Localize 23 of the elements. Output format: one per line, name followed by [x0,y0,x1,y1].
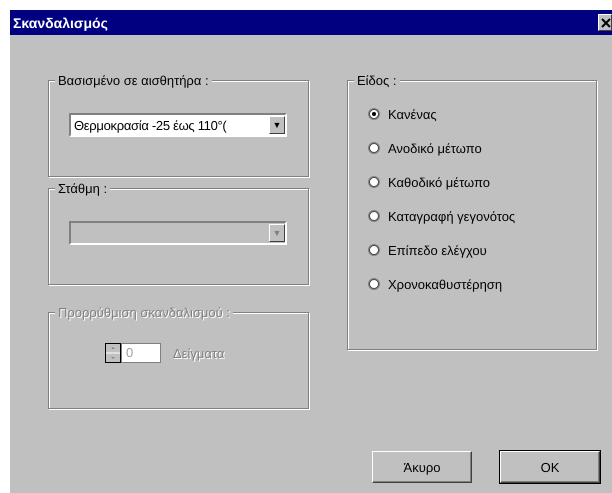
radio-label: Επίπεδο ελέγχου [388,242,487,258]
dropdown[interactable]: Θερμοκρασία -25 έως 110°( ▼ [69,113,287,137]
radio-option[interactable]: Επίπεδο ελέγχου [368,241,596,259]
radio-label: Καθοδικό μέτωπο [388,174,490,190]
radio-label: Κανένας [388,106,437,122]
radio-option[interactable]: Χρονοκαθυστέρηση [368,275,596,293]
radio-option[interactable]: Ανοδικό μέτωπο [368,139,596,157]
group-label: Βασισμένο σε αισθητήρα : [55,73,212,88]
dialog-button[interactable]: Άκυρο [372,451,472,483]
radio-option[interactable]: Κανένας [368,105,596,123]
unit-label: Δείγματα [173,346,224,360]
radio-option[interactable]: Καθοδικό μέτωπο [368,173,596,191]
window-title: Σκανδαλισμός [13,14,108,30]
group-label: Είδος : [354,73,400,88]
radio-label: Καταγραφή γεγονότος [388,208,516,224]
dropdown-value: Θερμοκρασία -25 έως 110°( [73,118,228,132]
dropdown-arrow-button[interactable]: ▼ [269,116,285,134]
group-label: Στάθμη : [55,181,110,196]
dialog-button[interactable]: OK [500,451,600,483]
group-label: Προρρύθμιση σκανδαλισμού : [55,305,233,320]
radio-label: Ανοδικό μέτωπο [388,140,482,156]
radio-label: Χρονοκαθυστέρηση [388,276,502,292]
radio-option[interactable]: Καταγραφή γεγονότος [368,207,596,225]
